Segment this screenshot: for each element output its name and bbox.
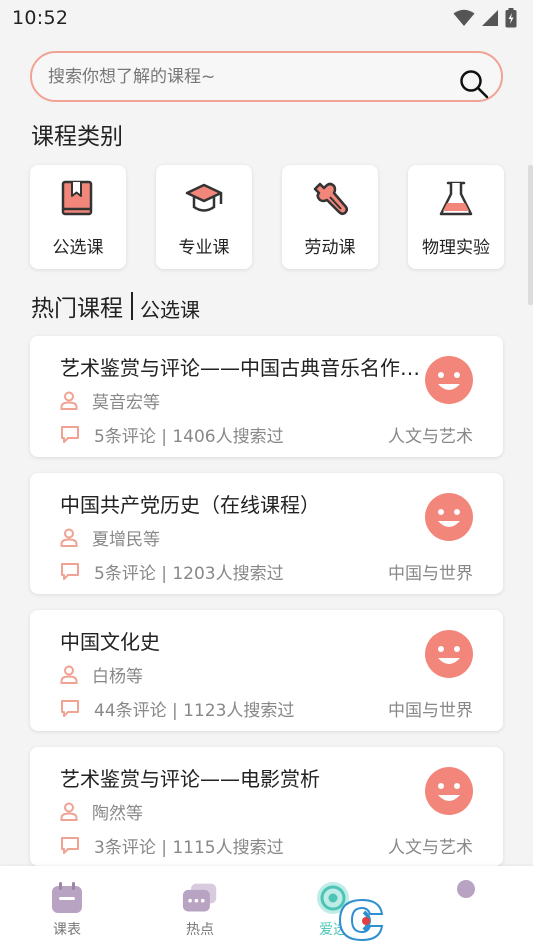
- category-label: 公选课: [52, 238, 104, 258]
- hot-courses-title: 热门课程: [31, 296, 123, 322]
- nav-label: 课表: [53, 922, 81, 938]
- person-icon: [60, 665, 78, 684]
- course-card[interactable]: 中国文化史 白杨等 44条评论 | 1123人搜索过 中国与世界: [30, 610, 503, 731]
- course-title: 艺术鉴赏与评论——中国古典音乐名作赏析: [60, 356, 420, 380]
- comment-icon: [61, 837, 79, 854]
- course-title: 艺术鉴赏与评论——电影赏析: [60, 767, 320, 791]
- teacher-row: 陶然等: [60, 799, 143, 824]
- category-card-labor[interactable]: 劳动课: [282, 165, 378, 269]
- teacher-row: 白杨等: [60, 662, 143, 687]
- meta-row: 3条评论 | 1115人搜索过: [60, 833, 284, 858]
- person-icon: [60, 391, 78, 410]
- course-card[interactable]: 艺术鉴赏与评论——电影赏析 陶然等 3条评论 | 1115人搜索过 人文与艺术: [30, 747, 503, 866]
- course-stats: 5条评论 | 1406人搜索过: [94, 427, 284, 447]
- teacher-name: 夏增民等: [92, 530, 160, 550]
- graduation-cap-icon: [184, 179, 224, 219]
- header-divider: [131, 292, 133, 320]
- signal-icon: [482, 10, 498, 26]
- smiley-face-icon: [425, 630, 473, 678]
- category-label: 专业课: [178, 238, 230, 258]
- course-category: 中国与世界: [388, 564, 473, 584]
- categories-row: 公选课 专业课 劳动课 物理实验: [30, 165, 504, 269]
- person-icon: [60, 802, 78, 821]
- teacher-row: 夏增民等: [60, 525, 160, 550]
- category-card-major[interactable]: 专业课: [156, 165, 252, 269]
- wrench-icon: [310, 179, 350, 219]
- comment-icon: [61, 426, 79, 443]
- flask-icon: [436, 179, 476, 219]
- watermark: [334, 890, 524, 942]
- categories-title: 课程类别: [31, 124, 123, 150]
- category-card-physics-lab[interactable]: 物理实验: [408, 165, 504, 269]
- watermark-logo: [338, 898, 384, 942]
- hot-courses-header: 热门课程 公选课: [31, 289, 200, 323]
- course-category: 人文与艺术: [388, 427, 473, 447]
- course-card[interactable]: 艺术鉴赏与评论——中国古典音乐名作赏析 莫音宏等 5条评论 | 1406人搜索过…: [30, 336, 503, 457]
- nav-label: 热点: [186, 922, 214, 938]
- course-category: 中国与世界: [388, 701, 473, 721]
- comment-icon: [61, 563, 79, 580]
- status-icons: [453, 8, 517, 28]
- nav-item-hot[interactable]: 热点: [133, 866, 267, 948]
- course-category: 人文与艺术: [388, 838, 473, 858]
- wifi-icon: [453, 9, 475, 26]
- course-stats: 5条评论 | 1203人搜索过: [94, 564, 284, 584]
- category-label: 劳动课: [304, 238, 356, 258]
- meta-row: 5条评论 | 1406人搜索过: [60, 422, 284, 447]
- course-title: 中国文化史: [60, 630, 160, 654]
- teacher-name: 莫音宏等: [92, 393, 160, 413]
- book-icon: [58, 179, 98, 219]
- teacher-row: 莫音宏等: [60, 388, 160, 413]
- status-time: 10:52: [12, 7, 69, 29]
- person-icon: [60, 528, 78, 547]
- smiley-face-icon: [425, 356, 473, 404]
- calendar-icon: [49, 880, 85, 916]
- search-input[interactable]: [48, 53, 459, 100]
- smiley-face-icon: [425, 493, 473, 541]
- category-label: 物理实验: [422, 238, 490, 258]
- course-card[interactable]: 中国共产党历史（在线课程） 夏增民等 5条评论 | 1203人搜索过 中国与世界: [30, 473, 503, 594]
- chat-bubbles-icon: [182, 880, 218, 916]
- nav-item-schedule[interactable]: 课表: [0, 866, 134, 948]
- hot-courses-filter[interactable]: 公选课: [140, 294, 200, 323]
- teacher-name: 白杨等: [92, 667, 143, 687]
- search-box[interactable]: [30, 51, 503, 102]
- category-card-public-elective[interactable]: 公选课: [30, 165, 126, 269]
- meta-row: 5条评论 | 1203人搜索过: [60, 559, 284, 584]
- status-bar: 10:52: [0, 0, 533, 36]
- search-icon[interactable]: [459, 69, 489, 99]
- course-stats: 3条评论 | 1115人搜索过: [94, 838, 284, 858]
- meta-row: 44条评论 | 1123人搜索过: [60, 696, 294, 721]
- course-stats: 44条评论 | 1123人搜索过: [94, 701, 295, 721]
- battery-icon: [505, 8, 517, 28]
- comment-icon: [61, 700, 79, 717]
- course-title: 中国共产党历史（在线课程）: [60, 493, 320, 517]
- teacher-name: 陶然等: [92, 804, 143, 824]
- smiley-face-icon: [425, 767, 473, 815]
- scrollbar[interactable]: [528, 165, 533, 305]
